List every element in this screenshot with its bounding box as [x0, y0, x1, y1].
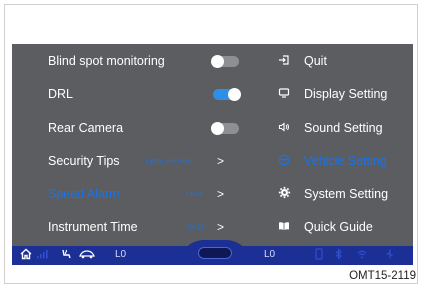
vehicle-icon: [277, 154, 291, 169]
instrument-time-row[interactable]: Instrument Time 04:27 >: [12, 216, 264, 238]
signal-icon: [36, 248, 48, 263]
speaker-icon: [277, 121, 291, 136]
menu-system-label: System Setting: [304, 187, 389, 201]
toggle-knob: [228, 87, 241, 101]
wifi-icon: [356, 248, 368, 263]
menu-sound-label: Sound Setting: [304, 121, 383, 135]
blind-spot-row[interactable]: Blind spot monitoring: [12, 50, 264, 72]
chevron-right-icon: >: [217, 220, 225, 234]
menu-display-label: Display Setting: [304, 87, 388, 101]
instrument-time-label: Instrument Time: [48, 220, 138, 234]
drl-row[interactable]: DRL: [12, 83, 264, 105]
settings-screen: Blind spot monitoring DRL Rear Camera Se…: [12, 44, 413, 265]
security-tips-value: Lights and Horn: [146, 157, 192, 165]
quit-icon: [277, 54, 291, 69]
speed-alarm-value: Close: [186, 190, 203, 198]
right-level-value: L0: [264, 249, 276, 260]
left-level-value: L0: [115, 249, 127, 260]
book-icon: [277, 220, 291, 235]
security-tips-row[interactable]: Security Tips Lights and Horn >: [12, 150, 264, 172]
blind-spot-label: Blind spot monitoring: [48, 54, 165, 68]
chevron-right-icon: >: [217, 187, 225, 201]
menu-quick-guide[interactable]: Quick Guide: [277, 216, 413, 238]
home-icon[interactable]: [20, 248, 32, 263]
gear-icon: [277, 186, 291, 202]
menu-vehicle-label: Vehicle Setting: [304, 154, 387, 168]
menu-vehicle-setting[interactable]: Vehicle Setting: [277, 150, 413, 172]
rear-camera-row[interactable]: Rear Camera: [12, 117, 264, 139]
center-indicator-pill: [198, 247, 232, 259]
menu-quit[interactable]: Quit: [277, 50, 413, 72]
security-tips-label: Security Tips: [48, 154, 120, 168]
menu-quick-guide-label: Quick Guide: [304, 220, 373, 234]
rear-camera-toggle[interactable]: [211, 121, 239, 135]
drl-toggle[interactable]: [213, 87, 241, 101]
menu-sound-setting[interactable]: Sound Setting: [277, 117, 413, 139]
figure-caption: OMT15-2119: [349, 270, 416, 282]
rear-camera-label: Rear Camera: [48, 121, 124, 135]
toggle-knob: [211, 121, 224, 135]
menu-system-setting[interactable]: System Setting: [277, 183, 413, 205]
menu-quit-label: Quit: [304, 54, 327, 68]
phone-icon: [314, 248, 324, 263]
menu-display-setting[interactable]: Display Setting: [277, 83, 413, 105]
climate-icon[interactable]: [79, 248, 95, 263]
display-icon: [277, 87, 291, 102]
instrument-time-value: 04:27: [188, 223, 205, 231]
usb-icon: [384, 248, 396, 263]
status-bar: L0 L0: [12, 240, 413, 265]
toggle-knob: [211, 54, 224, 68]
blind-spot-toggle[interactable]: [211, 54, 239, 68]
bluetooth-icon: [334, 248, 344, 263]
speed-alarm-label: Speed Alarm: [48, 187, 120, 201]
seat-heat-icon[interactable]: [60, 248, 72, 263]
drl-label: DRL: [48, 87, 74, 101]
chevron-right-icon: >: [217, 154, 225, 168]
speed-alarm-row[interactable]: Speed Alarm Close >: [12, 183, 264, 205]
